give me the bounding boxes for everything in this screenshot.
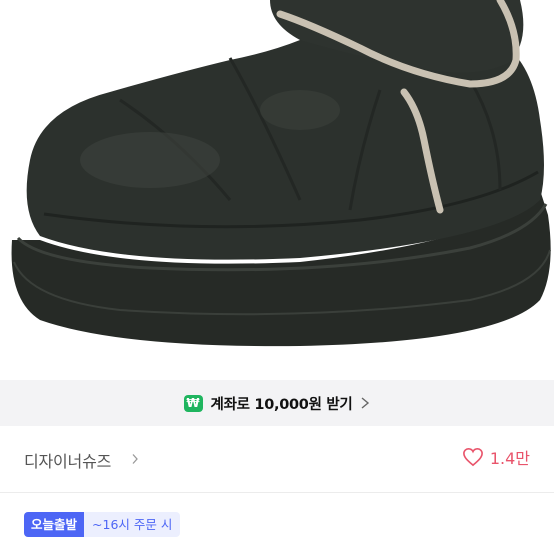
heart-icon <box>462 447 483 467</box>
product-image[interactable] <box>0 0 554 380</box>
cashback-promo-banner[interactable]: ₩ 계좌로 10,000원 받기 <box>0 380 554 426</box>
boot-illustration <box>11 0 551 347</box>
chevron-right-icon <box>361 397 370 409</box>
order-cutoff-text: ~16시 주문 시 <box>84 512 181 537</box>
promo-text: 계좌로 10,000원 받기 <box>210 396 353 413</box>
delivery-badge: 오늘출발 ~16시 주문 시 <box>24 512 181 537</box>
chevron-right-icon <box>132 454 138 464</box>
shop-name-link[interactable]: 디자이너슈즈 <box>24 448 111 472</box>
shop-row: 디자이너슈즈 1.4만 <box>0 426 554 493</box>
today-shipping-badge: 오늘출발 <box>24 512 85 537</box>
won-icon: ₩ <box>183 394 203 412</box>
like-count: 1.4만 <box>489 449 530 468</box>
like-button[interactable]: 1.4만 <box>462 445 530 469</box>
